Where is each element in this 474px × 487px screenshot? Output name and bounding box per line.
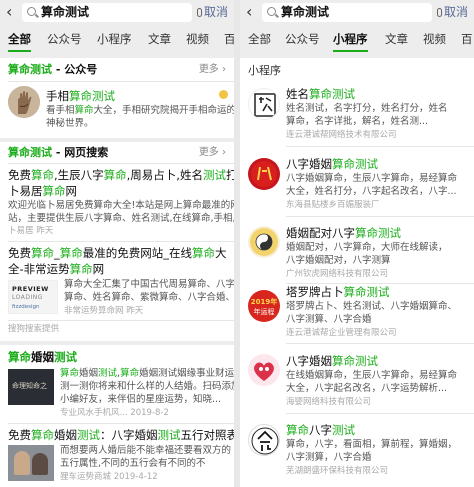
account-name[interactable]: 手相算命测试 [46,88,115,104]
mini-program-3-name[interactable]: 婚姻配对八字算命测试 [286,226,401,241]
tab-official-accounts-right[interactable]: 公众号 [285,31,320,47]
search-bar-right: ‹ 算命测试 取消 [240,0,474,26]
verified-badge-icon [219,90,228,99]
mini-program-2-name[interactable]: 八字婚姻算命测试 [286,157,378,172]
mini-program-4-desc1: 塔罗牌占卜、姓名测试、八字婚姻算命、 [286,301,458,312]
mini-program-2-org: 东海县贴楼乡百媚服装厂 [286,200,380,210]
mini-program-1-name[interactable]: 姓名算命测试 [286,87,355,102]
tab-all-right[interactable]: 全部 [248,31,271,47]
mini-program-1-desc1: 姓名测试，名字打分，姓名打分，姓名 [286,103,448,114]
tab-articles-right[interactable]: 文章 [385,31,408,47]
mini-program-3-desc1: 婚姻配对，八字算命，大师在线解读， [286,242,448,253]
mini-program-6-desc1: 算命，八字，看面相，算前程，算婚姻， [286,439,458,450]
search-query: 算命测试 [41,5,90,19]
article-2-meta: 狸车运势商城 2019-4-12 [60,472,158,482]
article-1-meta: 专业风水手机风... 2019-8-2 [60,408,169,418]
cancel-button[interactable]: 取消 [197,3,228,21]
mini-program-5-name[interactable]: 八字婚姻算命测试 [286,354,378,369]
cancel-button-right[interactable]: 取消 [437,3,468,21]
mic-icon[interactable] [197,8,202,17]
more-official-accounts-link[interactable]: 更多 › [199,63,226,77]
sougou-attribution: 搜狗搜索提供 [8,324,60,334]
mini-program-section-label: 小程序 [248,64,281,77]
section-header-web-search: 算命测试 - 网页搜索 [8,146,109,159]
account-avatar[interactable] [8,86,40,118]
mini-program-1-org: 连云港诚帮网络技术有限公司 [286,130,397,140]
mini-program-5-org: 海婴网络科技有限公司 [286,397,372,407]
search-bar: ‹ 算命测试 取消 [0,0,234,26]
web-result-1-title-line2[interactable]: 卜易居算命网 [8,183,77,199]
mini-program-1-desc2: 算命，名字详批，解名，姓名测... [286,116,429,127]
web-result-2-title-line2[interactable]: 全-非常运势算命网 [8,261,104,277]
mini-program-3-desc2: 八字婚姻配对，八字测算 [286,255,391,266]
search-input[interactable]: 算命测试 [22,3,192,22]
tab-mini-programs[interactable]: 小程序 [97,31,132,47]
mini-program-2-desc2: 大全，姓名打分，八字起名改名，八字... [286,186,457,197]
back-icon[interactable]: ‹ [6,3,12,21]
tab-videos[interactable]: 视频 [186,31,209,47]
article-2-thumbnail[interactable] [8,445,54,481]
tab-all[interactable]: 全部 [8,31,31,52]
search-input-right[interactable]: 算命测试 [262,3,432,22]
mini-program-4-icon[interactable]: 2019年 年运程 [248,290,280,322]
article-1-desc3: 小编好友，来伴侣的星座运势，知晓... [60,394,222,405]
mini-program-5-icon[interactable] [248,354,280,386]
tab-bar: 全部 公众号 小程序 文章 视频 百 [0,26,234,54]
palm-icon [8,86,40,118]
tab-bar-right: 全部 公众号 小程序 文章 视频 百 [240,26,474,54]
web-result-2-desc2: 算命、姓名算命、紫微算命、八字合婚、... [64,292,234,303]
web-result-2-thumbnail[interactable]: PREVIEW LOADING fizzdesign [8,280,58,314]
search-query-right: 算命测试 [281,5,330,19]
mini-program-2-icon[interactable] [248,158,280,190]
article-2-desc2: 五行属性,不同的五行会有不同的不 [60,458,206,469]
article-1-desc2: 测一测你将来和什么样的人结婚。扫码添加 [60,381,234,392]
web-result-1-desc1: 欢迎光临卜易居免费算命大全!本站是网上算命最准的网 [8,200,234,211]
web-result-1-meta: 卜易居 昨天 [8,226,54,236]
article-card: 算命婚姻测试 命理知命之 算命婚姻测试,算命婚姻测试姻缘事业财运, 测一测你将来… [0,345,234,487]
left-screen: ‹ 算命测试 取消 全部 公众号 小程序 文章 视频 百 算命测试 - 公众号 … [0,0,234,487]
section-header-official-accounts: 算命测试 - 公众号 [8,63,98,76]
search-icon-right [267,7,276,16]
back-icon-right[interactable]: ‹ [246,3,252,21]
heart-couple-icon [254,362,274,381]
search-icon [27,7,36,16]
web-result-2-desc1: 算命大全汇集了中国古代周易算命、八字 [64,279,234,290]
tab-videos-right[interactable]: 视频 [423,31,446,47]
mini-program-6-icon[interactable] [248,424,280,456]
mini-program-4-desc2: 八字测算、八字合婚 [286,314,372,325]
article-2-title[interactable]: 免费算命婚姻测试：八字婚姻测试五行对照表 [8,427,234,443]
more-web-link[interactable]: 更多 › [199,146,226,160]
account-desc-line1: 看手相算命大全，手相研究院揭开手相命运的 [46,105,234,116]
eight-characters-icon [251,161,277,187]
tab-mini-programs-right[interactable]: 小程序 [333,31,368,52]
web-result-2-title[interactable]: 免费算命_算命最准的免费网站_在线算命大 [8,245,227,261]
mini-program-5-desc1: 在线婚姻算命，生辰八字算命，易经算命 [286,370,458,381]
mini-program-5-desc2: 大全，八字起名改名，八字运势解析... [286,383,448,394]
web-search-card: 算命测试 - 网页搜索 更多 › 免费算命,生辰八字算命,周易占卜,姓名测试打分… [0,142,234,341]
mini-program-3-org: 广州钦虎网络科技有限公司 [286,269,389,279]
mini-program-2-desc1: 八字婚姻算命，生辰八字算命，易经算命 [286,173,458,184]
article-2-desc1: 而想要两人婚后能不能幸福还要看双方的 [60,445,232,456]
mini-program-3-icon[interactable] [248,226,280,258]
mini-program-6-name[interactable]: 算命八字测试 [286,423,355,438]
article-1-thumbnail[interactable]: 命理知命之 [8,369,54,405]
tab-baike-right[interactable]: 百 [461,31,473,47]
mini-program-6-org: 芜湖朗盛环保科技有限公司 [286,466,389,476]
web-result-1-title[interactable]: 免费算命,生辰八字算命,周易占卜,姓名测试打分- [8,167,234,183]
mini-program-4-name[interactable]: 塔罗牌占卜算命测试 [286,285,390,300]
mini-program-1-icon[interactable] [248,88,280,120]
bagua-icon [250,228,278,256]
mini-program-4-org: 连云港诚帮企业管理有限公司 [286,328,397,338]
mic-icon-right[interactable] [437,8,442,17]
web-result-1-desc2: 站，主要提供生辰八字算命、姓名测试,在线算命,手相,... [8,213,234,224]
official-account-card: 算命测试 - 公众号 更多 › 手相算命测试 看手相算命大全，手相研究院揭开手相… [0,58,234,138]
article-1-desc1: 算命婚姻测试,算命婚姻测试姻缘事业财运, [60,368,234,379]
article-1-title[interactable]: 算命婚姻测试 [8,349,77,365]
web-result-2-meta: 非常运势算命网 昨天 [64,306,144,316]
mini-program-6-desc2: 八字测算，八字合婚 [286,452,372,463]
tab-official-accounts[interactable]: 公众号 [47,31,82,47]
tab-baike[interactable]: 百 [224,31,234,47]
account-desc-line2: 神秘世界。 [46,118,94,129]
tab-articles[interactable]: 文章 [148,31,171,47]
